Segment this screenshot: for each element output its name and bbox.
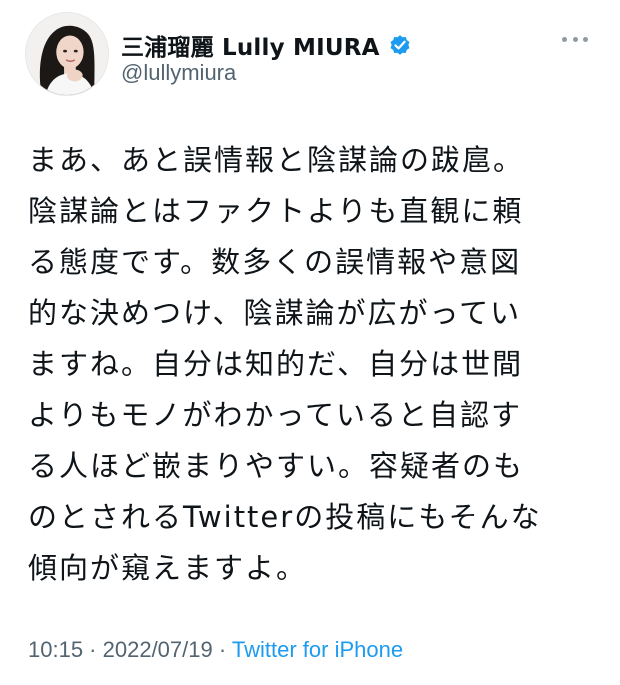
tweet-text-line: よりもモノがわかっていると自認す — [28, 398, 522, 432]
tweet-time[interactable]: 10:15 — [28, 637, 83, 662]
tweet-date[interactable]: 2022/07/19 — [103, 637, 213, 662]
tweet-text-line: 陰謀論とはファクトよりも直観に頼 — [28, 194, 524, 228]
tweet-meta: 10:15 · 2022/07/19 · Twitter for iPhone — [28, 637, 403, 663]
author-name-row: 三浦瑠麗 Lully MIURA — [121, 28, 412, 62]
tweet-text-line: まあ、あと誤情報と陰謀論の跋扈。 — [28, 143, 525, 177]
verified-badge-icon — [388, 33, 412, 57]
tweet-text-line: る人ほど嵌まりやすい。容疑者のも — [28, 449, 525, 483]
tweet-text-line: る態度です。数多くの誤情報や意図 — [28, 245, 522, 279]
meta-separator: · — [83, 637, 103, 662]
tweet-text-line: 的な決めつけ、陰謀論が広がってい — [28, 296, 522, 330]
meta-separator: · — [212, 637, 232, 662]
tweet-text-line: のとされるTwitterの投稿にもそんな — [28, 500, 542, 534]
author-display-name[interactable]: 三浦瑠麗 Lully MIURA — [121, 28, 380, 62]
more-options-icon[interactable] — [562, 32, 588, 46]
tweet-text-line: 傾向が窺えますよ。 — [28, 551, 308, 585]
more-dot — [583, 36, 588, 42]
tweet-card: 三浦瑠麗 Lully MIURA @lullymiura まあ、あと誤情報と陰謀… — [0, 0, 620, 685]
author-handle[interactable]: @lullymiura — [121, 60, 236, 86]
avatar-image — [26, 13, 108, 95]
tweet-text: まあ、あと誤情報と陰謀論の跋扈。 陰謀論とはファクトよりも直観に頼 る態度です。… — [28, 135, 588, 594]
more-dot — [572, 36, 578, 42]
tweet-text-line: ますね。自分は知的だ、自分は世間 — [28, 347, 524, 381]
author-avatar[interactable] — [25, 12, 109, 96]
more-dot — [562, 36, 567, 42]
tweet-source-link[interactable]: Twitter for iPhone — [232, 637, 403, 662]
